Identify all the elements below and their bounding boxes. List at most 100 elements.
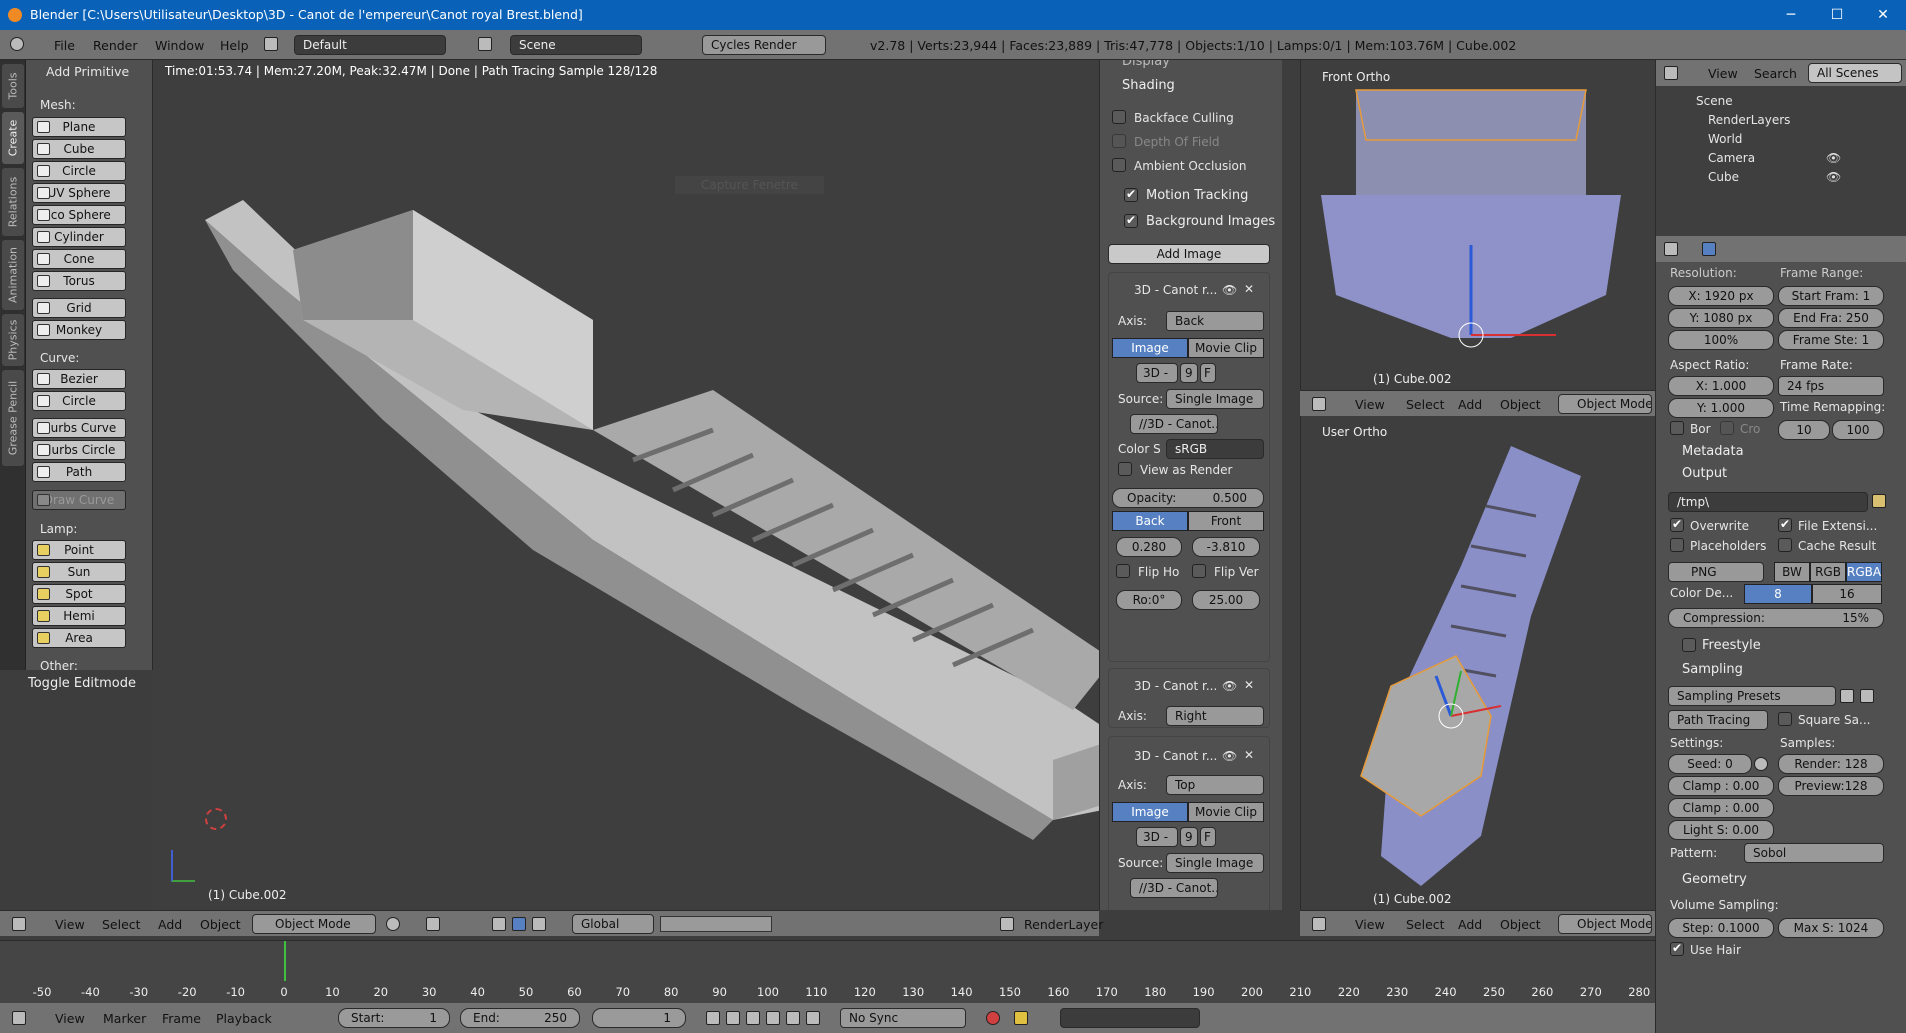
geometry-panel-header[interactable]: Geometry xyxy=(1668,872,1747,887)
tab-relations[interactable]: Relations xyxy=(2,168,24,236)
add-plane-button[interactable]: Plane xyxy=(32,117,126,137)
tab-tools[interactable]: Tools xyxy=(2,64,24,108)
bg-image-3-image-tab[interactable]: Image xyxy=(1112,802,1188,822)
sync-select[interactable]: No Sync xyxy=(840,1008,966,1028)
jump-start-icon[interactable] xyxy=(706,1011,720,1025)
shading-icon[interactable] xyxy=(386,917,400,931)
menu-object[interactable]: Object xyxy=(200,917,241,932)
bg-image-1-flip-v-checkbox[interactable] xyxy=(1192,564,1206,578)
add-nurbs-circle-button[interactable]: Nurbs Circle xyxy=(32,440,126,460)
orientation-select[interactable]: Global xyxy=(572,914,654,934)
dof-checkbox[interactable] xyxy=(1112,134,1126,148)
resolution-percent[interactable]: 100% xyxy=(1668,330,1774,350)
jump-end-icon[interactable] xyxy=(806,1011,820,1025)
color-bw-button[interactable]: BW xyxy=(1774,562,1810,582)
editor-type-icon[interactable] xyxy=(1664,242,1678,256)
aspect-y[interactable]: Y: 1.000 xyxy=(1668,398,1774,418)
add-image-button[interactable]: Add Image xyxy=(1108,244,1270,264)
add-spot-lamp-button[interactable]: Spot xyxy=(32,584,126,604)
remove-preset-icon[interactable] xyxy=(1860,689,1874,703)
bg-image-1-source-select[interactable]: Single Image xyxy=(1166,389,1264,409)
outliner-scene-item[interactable]: Scene xyxy=(1696,94,1733,108)
fps-select[interactable]: 24 fps xyxy=(1778,376,1884,396)
add-point-lamp-button[interactable]: Point xyxy=(32,540,126,560)
add-sun-lamp-button[interactable]: Sun xyxy=(32,562,126,582)
front-ortho-viewport[interactable]: Front Ortho (1) Cube.002 xyxy=(1300,60,1655,390)
eye-icon[interactable]: 👁 xyxy=(1826,151,1841,165)
user-ortho-viewport[interactable]: User Ortho (1) Cube.002 xyxy=(1300,416,1655,910)
menu-select[interactable]: Select xyxy=(102,917,141,932)
bg-image-3-remove-icon[interactable]: ✕ xyxy=(1244,748,1254,762)
editor-type-icon[interactable] xyxy=(10,37,24,51)
layout-grid-icon[interactable] xyxy=(264,37,278,51)
scene-field[interactable]: Scene xyxy=(510,35,642,55)
bg-image-3-movie-tab[interactable]: Movie Clip xyxy=(1188,802,1264,822)
translate-icon[interactable] xyxy=(512,917,526,931)
frame-start[interactable]: Start Fram: 1 xyxy=(1778,286,1884,306)
render-layer-icon[interactable] xyxy=(1000,917,1014,931)
resolution-x[interactable]: X: 1920 px xyxy=(1668,286,1774,306)
manipulator-icon[interactable] xyxy=(492,917,506,931)
add-cube-button[interactable]: Cube xyxy=(32,139,126,159)
tab-animation[interactable]: Animation xyxy=(2,240,24,310)
bg-image-1-name[interactable]: 3D - Canot r... xyxy=(1134,283,1217,297)
crop-checkbox[interactable] xyxy=(1720,421,1734,435)
overwrite-checkbox[interactable] xyxy=(1670,517,1684,532)
outliner-renderlayers-item[interactable]: RenderLayers xyxy=(1708,113,1790,127)
bg-image-3-fake[interactable]: F xyxy=(1200,827,1216,847)
background-images-header[interactable]: Background Images xyxy=(1146,214,1275,229)
ambient-occlusion-checkbox[interactable] xyxy=(1112,158,1126,172)
sampling-presets-select[interactable]: Sampling Presets xyxy=(1668,686,1836,706)
bg-image-1-rotation[interactable]: Ro:0° xyxy=(1116,590,1182,610)
folder-icon[interactable] xyxy=(1872,494,1886,508)
editor-type-icon[interactable] xyxy=(12,1011,26,1025)
keying-set-icon[interactable] xyxy=(1014,1011,1028,1025)
menu-file[interactable]: File xyxy=(54,38,75,53)
preview-samples-field[interactable]: Preview:128 xyxy=(1778,776,1884,796)
clamp-direct-field[interactable]: Clamp : 0.00 xyxy=(1668,776,1774,796)
menu-add[interactable]: Add xyxy=(1458,397,1482,412)
placeholders-checkbox[interactable] xyxy=(1670,538,1684,552)
use-hair-checkbox[interactable] xyxy=(1670,941,1684,956)
seed-field[interactable]: Seed: 0 xyxy=(1668,754,1752,774)
rotate-icon[interactable] xyxy=(532,917,546,931)
light-sampling-field[interactable]: Light S: 0.00 xyxy=(1668,820,1774,840)
bg-image-2-eye-icon[interactable]: 👁 xyxy=(1222,679,1237,693)
backface-culling-checkbox[interactable] xyxy=(1112,110,1126,124)
add-monkey-button[interactable]: Monkey xyxy=(32,320,126,340)
color-depth-16[interactable]: 16 xyxy=(1812,584,1882,604)
eye-icon[interactable]: 👁 xyxy=(1826,170,1841,184)
add-area-lamp-button[interactable]: Area xyxy=(32,628,126,648)
file-extensions-checkbox[interactable] xyxy=(1778,517,1792,532)
close-button[interactable]: ✕ xyxy=(1860,0,1906,30)
bg-image-3-name[interactable]: 3D - Canot r... xyxy=(1134,749,1217,763)
bg-image-1-front-tab[interactable]: Front xyxy=(1188,511,1264,531)
pattern-select[interactable]: Sobol xyxy=(1744,843,1884,863)
border-checkbox[interactable] xyxy=(1670,421,1684,435)
start-frame-field[interactable]: Start: 1 xyxy=(338,1008,450,1028)
bg-image-1-users[interactable]: 9 xyxy=(1180,363,1198,383)
editor-type-icon[interactable] xyxy=(1312,397,1326,411)
bg-image-1-axis-select[interactable]: Back xyxy=(1166,311,1264,331)
bg-image-1-back-tab[interactable]: Back xyxy=(1112,511,1188,531)
bg-image-3-source-select[interactable]: Single Image xyxy=(1166,853,1264,873)
outliner-world-item[interactable]: World xyxy=(1708,132,1742,146)
minimize-button[interactable]: ─ xyxy=(1768,0,1814,30)
prev-keyframe-icon[interactable] xyxy=(726,1011,740,1025)
layout-field[interactable]: Default xyxy=(294,35,446,55)
menu-help[interactable]: Help xyxy=(220,38,249,53)
frame-end[interactable]: End Fra: 250 xyxy=(1778,308,1884,328)
freestyle-panel-header[interactable]: Freestyle xyxy=(1702,638,1761,653)
bg-image-1-offset-x[interactable]: 0.280 xyxy=(1116,537,1182,557)
bg-image-1-color-select[interactable]: sRGB xyxy=(1166,439,1264,459)
bg-image-2-name[interactable]: 3D - Canot r... xyxy=(1134,679,1217,693)
render-engine-select[interactable]: Cycles Render xyxy=(702,35,826,55)
menu-add[interactable]: Add xyxy=(158,917,182,932)
bg-image-3-axis-select[interactable]: Top xyxy=(1166,775,1264,795)
editor-type-icon[interactable] xyxy=(1664,66,1678,80)
timeline-menu-view[interactable]: View xyxy=(55,1011,85,1026)
menu-object[interactable]: Object xyxy=(1500,917,1541,932)
menu-view[interactable]: View xyxy=(55,917,85,932)
remap-new[interactable]: 100 xyxy=(1832,420,1884,440)
tab-create[interactable]: Create xyxy=(2,112,24,164)
